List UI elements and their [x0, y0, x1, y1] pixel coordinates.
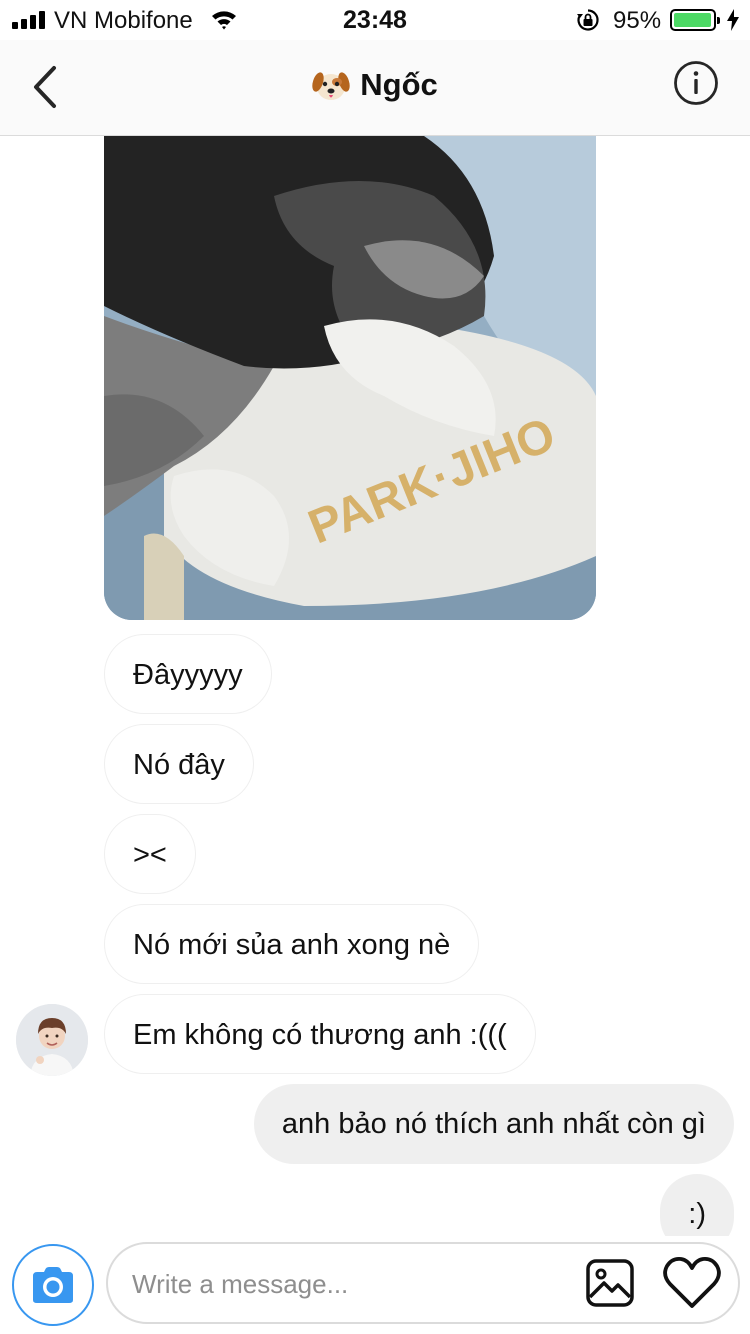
status-bar: VN Mobifone 23:48 95%	[0, 0, 750, 40]
outgoing-message-bubble[interactable]: anh bảo nó thích anh nhất còn gì	[253, 1084, 734, 1164]
chat-title: Ngốc	[360, 67, 438, 102]
gallery-icon[interactable]	[585, 1258, 635, 1308]
incoming-message-bubble[interactable]: Em không có thương anh :(((	[104, 994, 536, 1074]
message-input[interactable]	[130, 1244, 574, 1324]
rotation-lock-icon	[577, 9, 599, 31]
incoming-message-bubble[interactable]: ><	[104, 814, 196, 894]
message-input-container[interactable]	[106, 1242, 740, 1324]
dog-photo[interactable]: PARK·JIHO	[104, 136, 596, 620]
dog-face-icon	[312, 72, 350, 100]
chat-title-group[interactable]: Ngốc	[0, 66, 750, 104]
camera-icon	[33, 1267, 73, 1303]
heart-icon[interactable]	[662, 1256, 722, 1310]
battery-icon	[670, 9, 720, 31]
charging-icon	[727, 9, 739, 31]
incoming-message-bubble[interactable]: Nó mới sủa anh xong nè	[104, 904, 480, 984]
chat-header: Ngốc	[0, 40, 750, 136]
camera-button[interactable]	[12, 1244, 94, 1326]
info-icon[interactable]	[673, 60, 719, 106]
avatar[interactable]	[16, 1004, 88, 1076]
incoming-message-bubble[interactable]: Đâyyyyy	[104, 634, 272, 714]
battery-percent: 95%	[613, 7, 662, 34]
incoming-message-bubble[interactable]: Nó đây	[104, 724, 254, 804]
